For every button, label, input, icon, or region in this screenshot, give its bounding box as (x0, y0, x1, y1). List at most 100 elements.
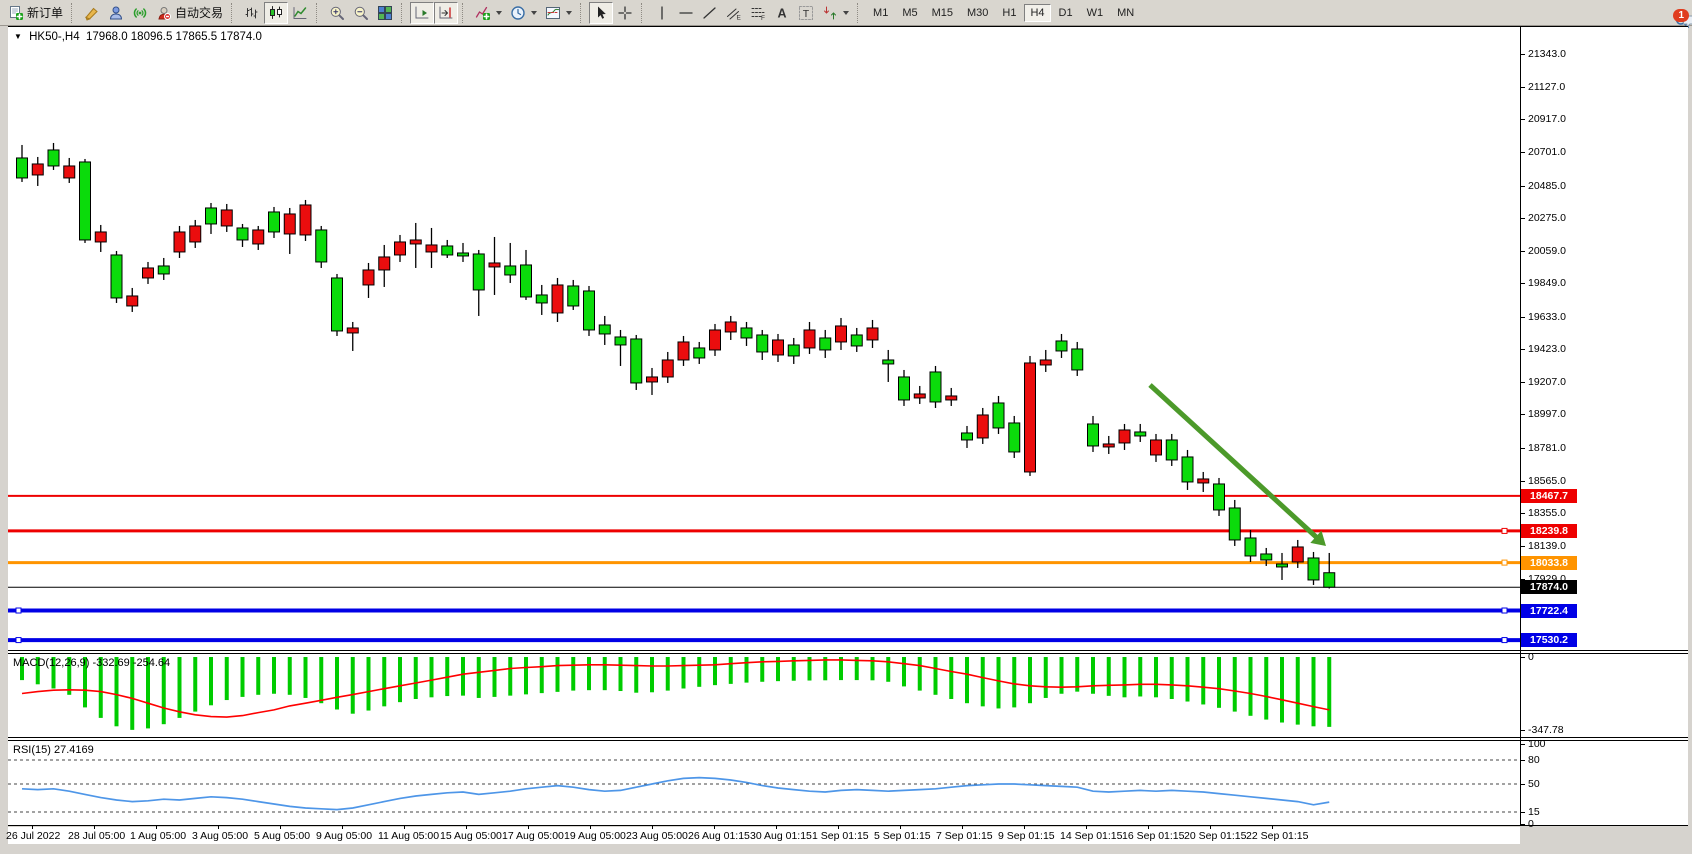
vline-button[interactable] (650, 2, 674, 24)
candle-body (442, 246, 453, 255)
timeframe-m5[interactable]: M5 (896, 4, 923, 22)
current-price-badge: 17874.0 (1521, 580, 1577, 594)
macd-histogram-bar (256, 657, 260, 695)
zoom-out-button[interactable] (349, 2, 373, 24)
main-chart-panel[interactable] (8, 27, 1520, 650)
hline-button[interactable] (674, 2, 698, 24)
styler-button[interactable] (80, 2, 104, 24)
candle (64, 158, 75, 183)
candle (899, 370, 910, 406)
profile-icon (108, 5, 124, 21)
chart-shift-button[interactable] (434, 2, 458, 24)
line-handle[interactable] (1502, 560, 1507, 565)
timeframe-h4[interactable]: H4 (1024, 4, 1050, 22)
bar-chart-button[interactable] (240, 2, 264, 24)
fibonacci-button[interactable]: F (746, 2, 770, 24)
line-handle[interactable] (1502, 528, 1507, 533)
candle-body (1308, 558, 1319, 580)
toolbar-button-label: 新订单 (27, 4, 63, 21)
line-handle[interactable] (1502, 608, 1507, 613)
chevron-down-icon[interactable] (531, 11, 537, 15)
panel-splitter[interactable] (8, 650, 1688, 651)
line-handle[interactable] (16, 638, 21, 643)
signal-icon (132, 5, 148, 21)
macd-panel[interactable] (8, 654, 1520, 737)
panel-splitter[interactable] (8, 653, 1688, 654)
channel-icon: E (726, 5, 742, 21)
trendline-button[interactable] (698, 2, 722, 24)
text-button[interactable]: A (770, 2, 794, 24)
profile-button[interactable] (104, 2, 128, 24)
tile-windows-button[interactable] (373, 2, 397, 24)
price-axis-label: 20917.0 (1528, 113, 1566, 125)
macd-histogram-bar (650, 657, 654, 692)
timeframe-mn[interactable]: MN (1111, 4, 1140, 22)
toolbar-separator (231, 3, 236, 23)
channel-button[interactable]: E (722, 2, 746, 24)
line-handle[interactable] (1502, 638, 1507, 643)
toolbar-separator (462, 3, 467, 23)
candle-body (316, 230, 327, 262)
indicators-button[interactable] (471, 2, 506, 24)
candle-body (111, 255, 122, 298)
rsi-panel[interactable] (8, 741, 1520, 825)
candle-body (647, 377, 658, 382)
candle (1308, 552, 1319, 585)
periods-icon (510, 5, 526, 21)
auto-scroll-button[interactable] (410, 2, 434, 24)
auto-trading-button[interactable]: 自动交易 (152, 2, 227, 24)
candle-body (379, 257, 390, 270)
macd-histogram-bar (587, 657, 591, 690)
price-axis-label: 18355.0 (1528, 507, 1566, 519)
auto-trading-icon (156, 5, 172, 21)
macd-histogram-bar (209, 657, 213, 705)
arrows-icon (822, 5, 838, 21)
timeframe-w1[interactable]: W1 (1081, 4, 1110, 22)
chevron-down-icon[interactable] (496, 11, 502, 15)
macd-histogram-bar (1028, 657, 1032, 703)
candle (269, 207, 280, 238)
candle-body (174, 232, 185, 252)
templates-button[interactable] (541, 2, 576, 24)
candle-body (694, 348, 705, 358)
zoom-in-button[interactable] (325, 2, 349, 24)
timeframe-m15[interactable]: M15 (926, 4, 959, 22)
price-axis-label: 19849.0 (1528, 277, 1566, 289)
candle-chart-button[interactable] (264, 2, 288, 24)
candle (1009, 416, 1020, 458)
chart-shift-icon (438, 5, 454, 21)
candle-body (332, 278, 343, 331)
crosshair-button[interactable] (613, 2, 637, 24)
timeframe-h1[interactable]: H1 (996, 4, 1022, 22)
rsi-axis-label: 0 (1528, 818, 1534, 830)
cursor-button[interactable] (589, 2, 613, 24)
candle (253, 226, 264, 250)
timeframe-m30[interactable]: M30 (961, 4, 994, 22)
line-chart-button[interactable] (288, 2, 312, 24)
candle-body (143, 268, 154, 278)
price-line-badge: 17530.2 (1521, 633, 1577, 647)
rsi-line (22, 778, 1329, 810)
rsi-axis-label: 50 (1528, 778, 1540, 790)
text-label-button[interactable]: T (794, 2, 818, 24)
periods-button[interactable] (506, 2, 541, 24)
candle-body (568, 286, 579, 306)
new-order-button[interactable]: 新订单 (4, 2, 67, 24)
macd-histogram-bar (997, 657, 1001, 708)
toolbar-separator (71, 3, 76, 23)
line-handle[interactable] (16, 608, 21, 613)
signal-button[interactable] (128, 2, 152, 24)
timeframe-m1[interactable]: M1 (867, 4, 894, 22)
panel-splitter[interactable] (8, 740, 1688, 741)
macd-histogram-bar (304, 657, 308, 698)
candle (631, 335, 642, 390)
macd-histogram-bar (1280, 657, 1284, 723)
chevron-down-icon[interactable] (843, 11, 849, 15)
timeframe-d1[interactable]: D1 (1053, 4, 1079, 22)
chart-dropdown-icon[interactable]: ▼ (14, 32, 22, 41)
candle (1056, 334, 1067, 358)
arrows-button[interactable] (818, 2, 853, 24)
chevron-down-icon[interactable] (566, 11, 572, 15)
candle (1277, 553, 1288, 580)
panel-splitter[interactable] (8, 737, 1688, 738)
